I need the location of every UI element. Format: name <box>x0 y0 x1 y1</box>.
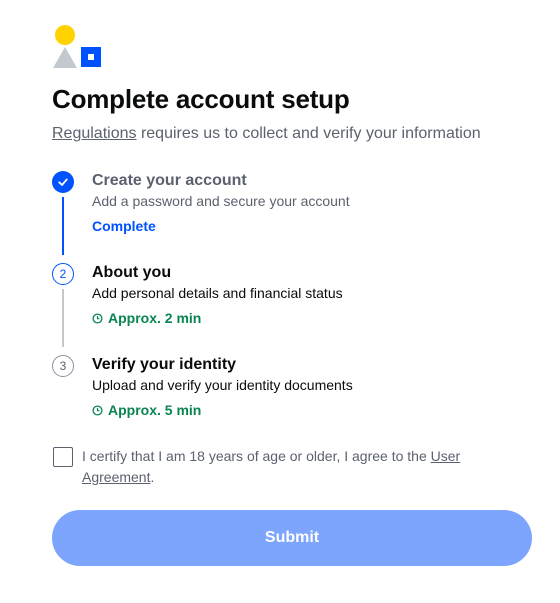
step-2-status: Approx. 2 min <box>92 310 201 326</box>
step-1-check-icon <box>52 171 74 193</box>
step-connector-2 <box>62 289 64 347</box>
brand-logo <box>53 25 101 68</box>
step-3-status: Approx. 5 min <box>92 402 201 418</box>
step-3-number: 3 <box>52 355 74 377</box>
certify-checkbox[interactable] <box>53 447 73 467</box>
step-2-status-text: Approx. 2 min <box>108 310 202 326</box>
regulations-link[interactable]: Regulations <box>52 125 137 142</box>
submit-button[interactable]: Submit <box>52 510 532 566</box>
step-3-status-text: Approx. 5 min <box>108 402 202 418</box>
step-1-title[interactable]: Create your account <box>92 172 247 190</box>
page-title: Complete account setup <box>52 84 350 114</box>
step-2-title[interactable]: About you <box>92 264 171 282</box>
subtitle-text: requires us to collect and verify your i… <box>136 125 481 142</box>
step-connector-1 <box>62 197 64 255</box>
step-1-status-text: Complete <box>92 218 156 234</box>
certify-text: I certify that I am 18 years of age or o… <box>82 448 431 464</box>
clock-icon <box>92 312 103 324</box>
step-3-title[interactable]: Verify your identity <box>92 356 236 374</box>
certify-label: I certify that I am 18 years of age or o… <box>82 446 502 488</box>
step-2-description: Add personal details and financial statu… <box>92 285 343 301</box>
step-1-status: Complete <box>92 218 156 234</box>
step-2-number: 2 <box>52 263 74 285</box>
certify-text-end: . <box>150 469 155 485</box>
page-subtitle: Regulations requires us to collect and v… <box>52 125 481 143</box>
step-1-description: Add a password and secure your account <box>92 193 350 209</box>
step-3-description: Upload and verify your identity document… <box>92 377 353 393</box>
clock-icon <box>92 404 103 416</box>
